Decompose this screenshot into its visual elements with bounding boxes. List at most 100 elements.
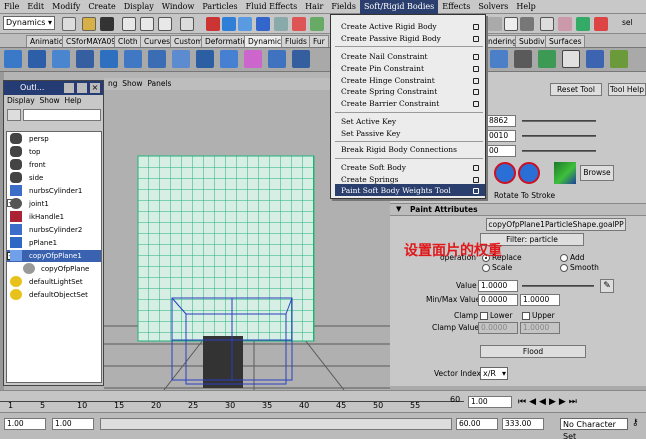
shelf-fluid-icon[interactable] — [244, 50, 262, 68]
menu-modify[interactable]: Modify — [48, 0, 84, 14]
select-object-icon[interactable] — [140, 17, 154, 31]
range-end-playback-field[interactable]: 60.00 — [456, 418, 498, 430]
outliner-menu-help[interactable]: Help — [64, 96, 81, 105]
outliner-item-ikhandle1[interactable]: ikHandle1 — [29, 211, 64, 223]
time-slider[interactable]: 1 5 10 15 20 25 30 35 40 45 50 55 60 1.0… — [0, 390, 646, 412]
menu-item-create-hinge-constraint[interactable]: Create Hinge Constraint — [341, 75, 435, 86]
menu-create[interactable]: Create — [84, 0, 119, 14]
range-start-field[interactable]: 1.00 — [4, 418, 46, 430]
menu-item-create-pin-constraint[interactable]: Create Pin Constraint — [341, 63, 424, 74]
outliner-item-defaultobjectset[interactable]: defaultObjectSet — [29, 289, 88, 301]
menu-file[interactable]: File — [0, 0, 23, 14]
tool-value-field-3[interactable]: 00 — [486, 145, 516, 157]
shelf-soft-body-icon[interactable] — [148, 50, 166, 68]
range-start-playback-field[interactable]: 1.00 — [52, 418, 94, 430]
menu-item-set-passive-key[interactable]: Set Passive Key — [341, 128, 400, 139]
value-field[interactable]: 1.0000 — [478, 280, 518, 292]
key-icon[interactable]: ⚷ — [632, 418, 644, 430]
clamp-upper-checkbox[interactable] — [522, 312, 530, 320]
new-scene-icon[interactable] — [62, 17, 76, 31]
tool-value-field-1[interactable]: 8862 — [486, 115, 516, 127]
shelf-constraint-icon[interactable] — [490, 50, 508, 68]
outliner-item-pplane1[interactable]: pPlane1 — [29, 237, 57, 249]
select-curves-icon[interactable] — [238, 17, 252, 31]
outliner-item-nurbscylinder1[interactable]: nurbsCylinder1 — [29, 185, 82, 197]
menu-particles[interactable]: Particles — [198, 0, 241, 14]
menu-effects[interactable]: Effects — [438, 0, 474, 14]
shelf-tab-surfaces[interactable]: Surfaces — [545, 35, 586, 47]
menu-edit[interactable]: Edit — [23, 0, 48, 14]
tool-value-slider-1[interactable] — [522, 120, 596, 122]
brush-profile-soft-icon[interactable] — [494, 162, 516, 184]
outliner-item-defaultlightset[interactable]: defaultLightSet — [29, 276, 83, 288]
option-box-icon[interactable] — [473, 54, 479, 60]
select-component-icon[interactable] — [158, 17, 172, 31]
shelf-air-icon[interactable] — [610, 50, 628, 68]
option-box-icon[interactable] — [473, 66, 479, 72]
shelf-rigid-body-icon[interactable] — [172, 50, 190, 68]
outliner-filter-field[interactable] — [23, 109, 101, 121]
outliner-item-copyofpplane1[interactable]: copyOfpPlane1 — [29, 250, 82, 262]
browse-button[interactable]: Browse — [580, 165, 614, 181]
paint-attributes-header[interactable]: ▼ Paint Attributes — [390, 203, 646, 216]
shelf-checker-icon[interactable] — [562, 50, 580, 68]
smooth-radio[interactable] — [560, 264, 568, 272]
menu-window[interactable]: Window — [158, 0, 199, 14]
outliner-title-bar[interactable]: Outl... × — [4, 81, 103, 95]
mask-dropdown-icon[interactable] — [180, 17, 194, 31]
outliner-options-icon[interactable] — [7, 109, 21, 121]
flood-button[interactable]: Flood — [480, 345, 586, 358]
menu-item-create-barrier-constraint[interactable]: Create Barrier Constraint — [341, 98, 439, 109]
ipr-render-icon[interactable] — [576, 17, 590, 31]
shelf-tab-curves[interactable]: Curves — [140, 35, 175, 47]
option-box-icon[interactable] — [473, 78, 479, 84]
menu-item-break-rigid-body-connections[interactable]: Break Rigid Body Connections — [341, 144, 457, 155]
outliner-menu-display[interactable]: Display — [7, 96, 35, 105]
shelf-poly-torus-icon[interactable] — [124, 50, 142, 68]
shelf-turbulence-icon[interactable] — [538, 50, 556, 68]
panel-menu-show[interactable]: Show — [122, 79, 142, 88]
outliner-item-persp[interactable]: persp — [29, 133, 49, 145]
select-hierarchy-icon[interactable] — [122, 17, 136, 31]
panel-menu-panels[interactable]: Panels — [147, 79, 171, 88]
tool-help-button[interactable]: Tool Help — [608, 83, 646, 96]
scale-radio[interactable] — [482, 264, 490, 272]
menu-solvers[interactable]: Solvers — [474, 0, 512, 14]
outliner-item-top[interactable]: top — [29, 146, 40, 158]
shelf-collision-icon[interactable] — [292, 50, 310, 68]
menu-item-create-soft-body[interactable]: Create Soft Body — [341, 162, 406, 173]
value-slider[interactable] — [522, 285, 594, 287]
shelf-poly-cylinder-icon[interactable] — [52, 50, 70, 68]
playback-controls-icon[interactable]: ⏮◀◀▶▶⏭ — [518, 397, 580, 407]
vector-index-dropdown[interactable]: x/R ▾ — [480, 367, 508, 380]
select-deformers-icon[interactable] — [274, 17, 288, 31]
range-end-field[interactable]: 333.00 — [502, 418, 544, 430]
option-box-icon[interactable] — [473, 89, 479, 95]
select-dynamics-icon[interactable] — [292, 17, 306, 31]
shelf-poly-cube-icon[interactable] — [4, 50, 22, 68]
outliner-item-copyofplane-particles[interactable]: copyOfpPlane — [41, 263, 89, 275]
open-scene-icon[interactable] — [82, 17, 96, 31]
menu-fields[interactable]: Fields — [327, 0, 360, 14]
option-box-icon[interactable] — [473, 36, 479, 42]
select-surfaces-icon[interactable] — [256, 17, 270, 31]
render-globals-icon[interactable] — [594, 17, 608, 31]
reset-tool-button[interactable]: Reset Tool — [550, 83, 602, 96]
shelf-poly-plane-icon[interactable] — [100, 50, 118, 68]
shelf-goal-icon[interactable] — [514, 50, 532, 68]
option-box-icon[interactable] — [473, 177, 479, 183]
min-value-field[interactable]: 0.0000 — [478, 294, 518, 306]
option-box-icon[interactable] — [473, 24, 479, 30]
brush-texture-swatch-icon[interactable] — [554, 162, 576, 184]
menu-display[interactable]: Display — [120, 0, 158, 14]
select-joints-icon[interactable] — [222, 17, 236, 31]
maximize-icon[interactable] — [77, 83, 87, 93]
menu-set-dropdown[interactable]: Dynamics ▾ — [3, 16, 55, 30]
shape-selector-button[interactable]: copyOfpPlane1ParticleShape.goalPP — [486, 218, 626, 231]
outliner-item-nurbscylinder2[interactable]: nurbsCylinder2 — [29, 224, 82, 236]
eyedropper-icon[interactable]: ✎ — [600, 279, 614, 293]
panel-menu-shading[interactable]: ng — [108, 79, 118, 88]
tool-value-field-2[interactable]: 0010 — [486, 130, 516, 142]
save-scene-icon[interactable] — [100, 17, 114, 31]
option-box-icon[interactable] — [473, 188, 479, 194]
